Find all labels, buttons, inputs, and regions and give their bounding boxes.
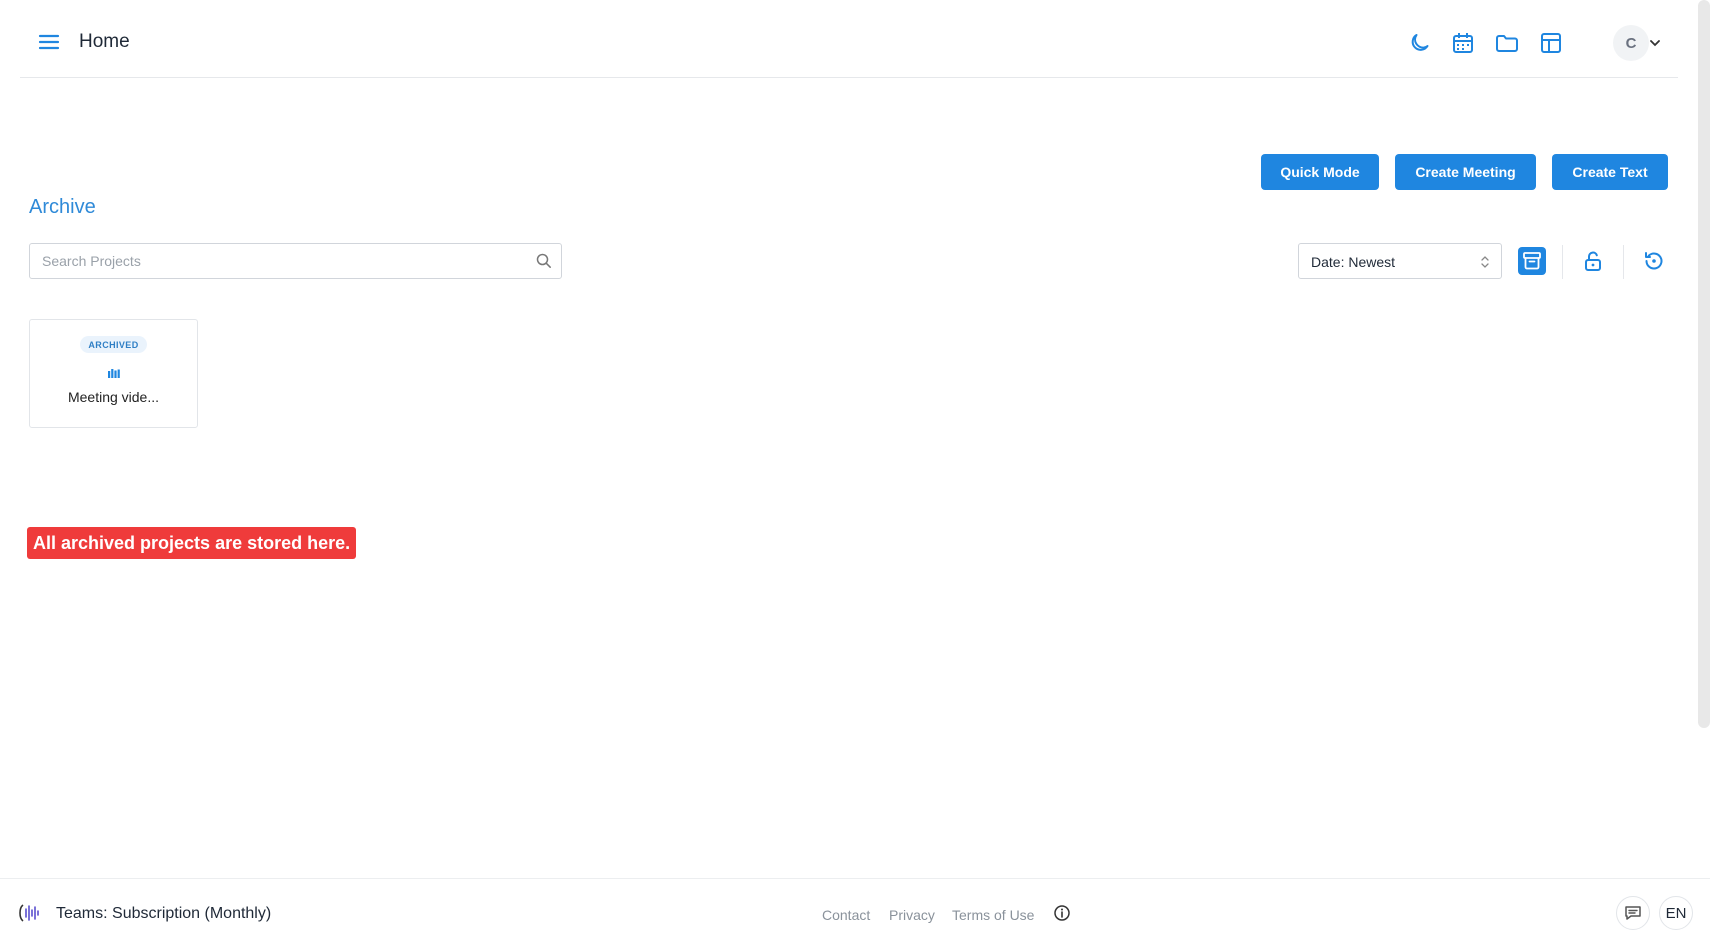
archive-box-icon — [1518, 247, 1546, 275]
create-text-button[interactable]: Create Text — [1552, 154, 1668, 190]
section-title: Archive — [29, 196, 96, 218]
footer: Teams: Subscription (Monthly) Contact Pr… — [0, 878, 1710, 945]
chat-icon — [1625, 906, 1641, 920]
folder-icon[interactable] — [1493, 29, 1521, 57]
create-meeting-button[interactable]: Create Meeting — [1395, 154, 1536, 190]
sort-select[interactable]: Date: Newest — [1298, 243, 1502, 279]
toolbar-divider — [1562, 245, 1563, 279]
menu-icon[interactable] — [36, 29, 62, 55]
top-header: Home C — [20, 0, 1678, 78]
privacy-link[interactable]: Privacy — [889, 907, 935, 923]
unlock-icon — [1585, 251, 1601, 271]
project-title: Meeting vide... — [67, 389, 160, 405]
app-page: Home C Quick Mode Create Meeting Create … — [0, 0, 1710, 945]
info-icon[interactable] — [1053, 904, 1071, 922]
toolbar-divider — [1623, 245, 1624, 279]
chat-button[interactable] — [1616, 896, 1650, 930]
search-icon[interactable] — [536, 253, 552, 269]
search-input[interactable] — [30, 244, 520, 278]
sort-select-value: Date: Newest — [1311, 254, 1396, 270]
brand-logo-icon — [17, 901, 43, 925]
history-icon — [1645, 252, 1663, 270]
restore-button[interactable] — [1637, 243, 1671, 279]
archive-filter-button[interactable] — [1515, 243, 1549, 279]
subscription-plan: Teams: Subscription (Monthly) — [56, 905, 272, 922]
audio-bars-icon — [108, 366, 120, 378]
contact-link[interactable]: Contact — [822, 907, 870, 923]
avatar[interactable]: C — [1613, 25, 1649, 61]
calendar-icon[interactable] — [1449, 29, 1477, 57]
project-card[interactable]: ARCHIVED Meeting vide... — [29, 319, 198, 428]
vertical-scrollbar[interactable] — [1698, 0, 1710, 728]
terms-link[interactable]: Terms of Use — [952, 907, 1034, 923]
grid-layout-icon[interactable] — [1537, 29, 1565, 57]
search-box — [29, 243, 562, 279]
moon-icon[interactable] — [1405, 29, 1433, 57]
chevron-down-icon[interactable] — [1648, 36, 1662, 50]
sort-arrows-icon — [1479, 254, 1491, 270]
annotation-caption: All archived projects are stored here. — [27, 527, 357, 559]
language-button[interactable]: EN — [1659, 896, 1693, 930]
quick-mode-button[interactable]: Quick Mode — [1261, 154, 1379, 190]
unlock-button[interactable] — [1576, 243, 1610, 279]
page-title: Home — [79, 31, 130, 52]
status-badge: ARCHIVED — [80, 336, 147, 353]
